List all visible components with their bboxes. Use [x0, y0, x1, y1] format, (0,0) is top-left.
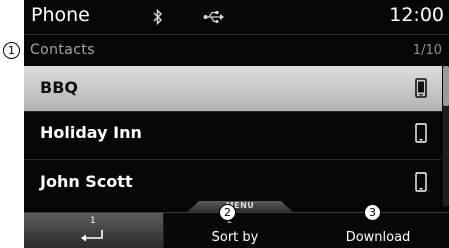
mobile-phone-icon [415, 78, 427, 98]
mobile-phone-icon [415, 123, 427, 143]
contact-row-john-scott[interactable]: John Scott [24, 160, 442, 205]
contact-name: BBQ [40, 78, 78, 97]
contact-name: John Scott [40, 172, 133, 191]
status-bar: Phone 12:00 [24, 0, 449, 37]
callout-marker: 3 [364, 204, 381, 221]
sort-by-button[interactable]: 2 Sort by [164, 213, 306, 248]
app-title: Phone [31, 4, 90, 26]
scrollbar-thumb[interactable] [443, 66, 449, 106]
bluetooth-icon [153, 9, 162, 25]
back-arrow-icon [81, 230, 103, 242]
menu-tab-label: MENU [225, 201, 255, 210]
callout-marker: 1 [3, 42, 20, 59]
contact-row-holiday-inn[interactable]: Holiday Inn [24, 111, 442, 156]
sort-by-label: Sort by [211, 230, 259, 245]
usb-icon [203, 11, 224, 23]
contacts-header: Contacts 1/10 [24, 37, 449, 65]
back-button[interactable]: 1 [24, 213, 164, 248]
page-indicator: 1/10 [412, 43, 442, 58]
clock: 12:00 [389, 4, 444, 26]
status-divider [24, 34, 449, 35]
mobile-phone-icon [415, 172, 427, 192]
phone-screen: Phone 12:00 Contacts 1/10 BBQ Holiday In… [24, 0, 449, 248]
contact-list: BBQ Holiday Inn John Scott [24, 66, 442, 206]
contacts-label: Contacts [30, 42, 95, 58]
callout-marker: 2 [219, 204, 236, 221]
page-margin [0, 0, 24, 248]
back-button-number: 1 [90, 216, 96, 226]
download-label: Download [345, 230, 411, 245]
contact-row-bbq[interactable]: BBQ [24, 66, 442, 111]
contact-name: Holiday Inn [40, 123, 142, 142]
bottom-bar: 1 2 Sort by Download [24, 212, 449, 248]
